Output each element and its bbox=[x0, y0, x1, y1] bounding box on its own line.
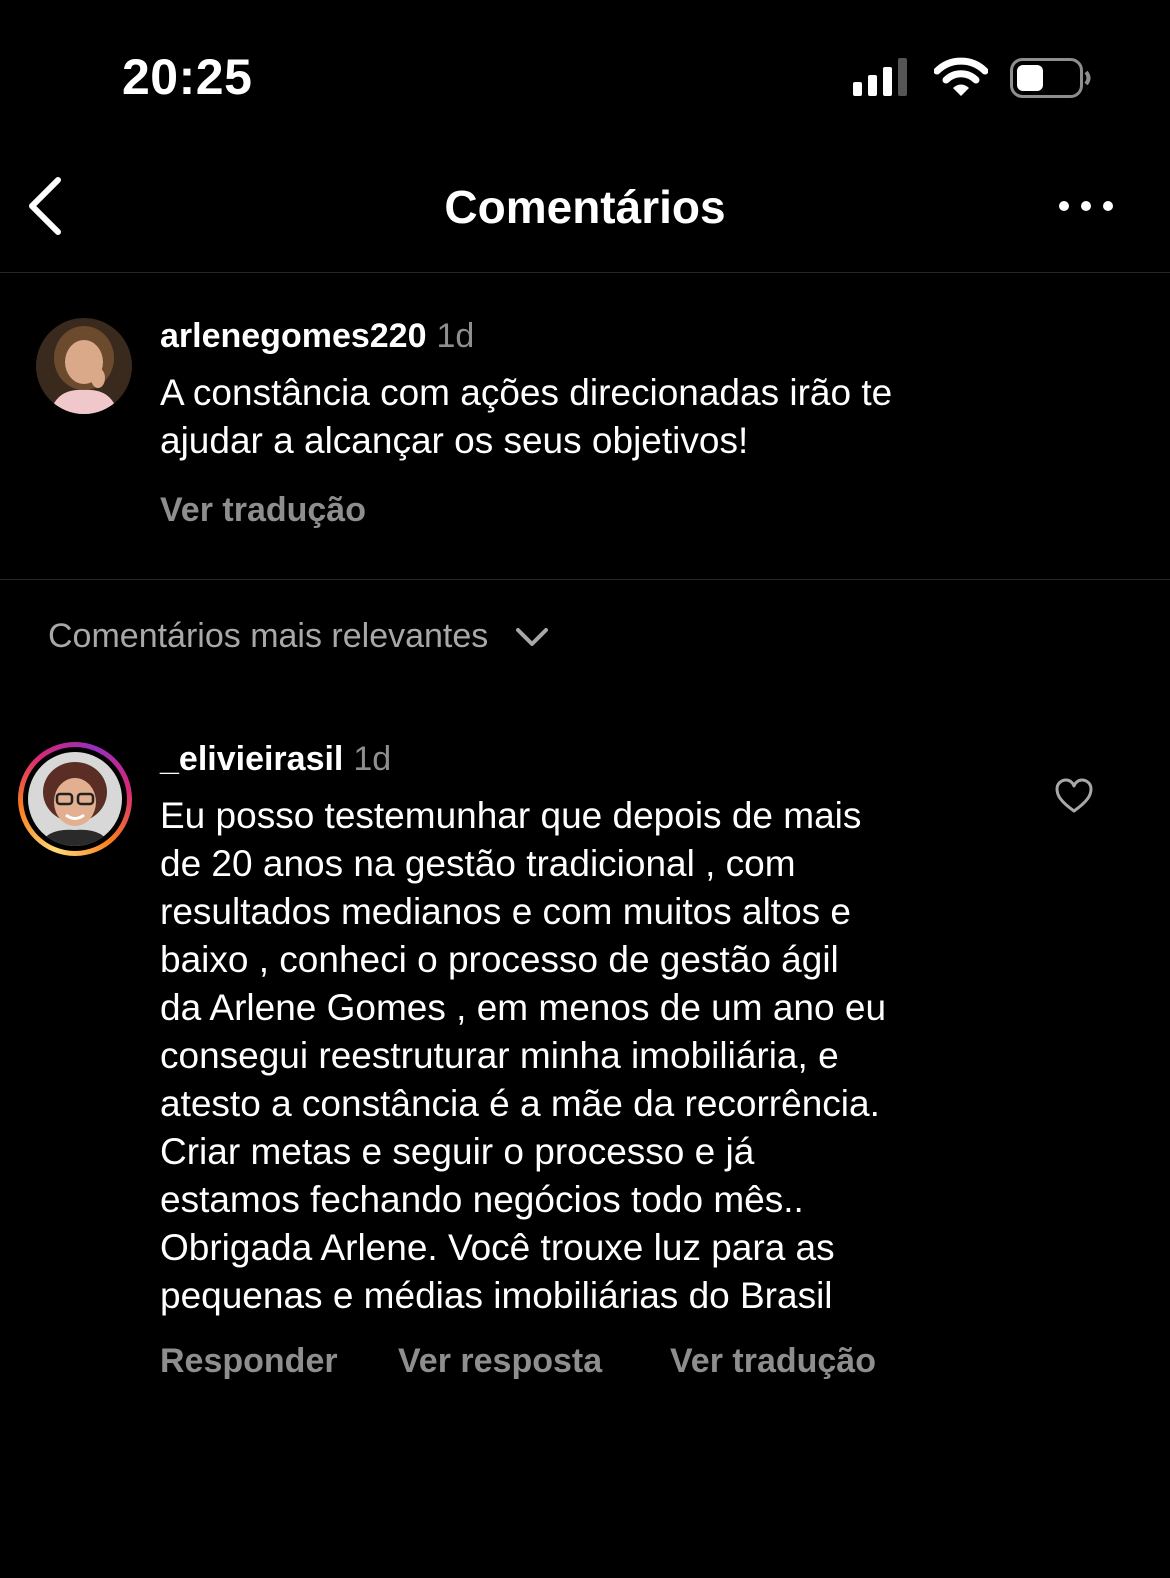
reply-button[interactable]: Responder bbox=[160, 1342, 338, 1381]
avatar bbox=[28, 752, 122, 846]
status-bar: 20:25 bbox=[0, 0, 1170, 150]
profile-photo bbox=[36, 318, 132, 414]
view-replies-button[interactable]: Ver resposta bbox=[398, 1342, 602, 1381]
comment-username[interactable]: _elivieirasil bbox=[160, 740, 343, 778]
comment-text: Eu posso testemunhar que depois de mais … bbox=[160, 792, 1040, 1320]
comments-sort-dropdown[interactable]: Comentários mais relevantes bbox=[48, 617, 550, 656]
comment-timestamp: 1d bbox=[353, 740, 392, 778]
chevron-down-icon bbox=[516, 627, 549, 646]
caption-text: A constância com ações direcionadas irão… bbox=[160, 369, 1040, 465]
caption-translate-link[interactable]: Ver tradução bbox=[160, 491, 366, 530]
comment-text-line: resultados medianos e com muitos altos e bbox=[160, 891, 852, 932]
comment-text-line: da Arlene Gomes , em menos de um ano eu bbox=[160, 987, 887, 1028]
avatar[interactable] bbox=[36, 318, 132, 414]
story-ring-gap bbox=[23, 747, 127, 851]
comment-user-line: _elivieirasil 1d bbox=[160, 740, 391, 779]
story-ring[interactable] bbox=[18, 742, 132, 856]
caption-timestamp: 1d bbox=[436, 317, 475, 355]
profile-photo bbox=[28, 752, 122, 846]
comment-text-line: consegui reestruturar minha imobiliária,… bbox=[160, 1035, 839, 1076]
caption-text-line: A constância com ações direcionadas irão… bbox=[160, 372, 893, 413]
comment-text-line: Obrigada Arlene. Você trouxe luz para as bbox=[160, 1227, 835, 1268]
caption-username[interactable]: arlenegomes220 bbox=[160, 317, 427, 355]
heart-outline-icon[interactable] bbox=[1055, 778, 1093, 814]
sort-label: Comentários mais relevantes bbox=[48, 617, 489, 655]
comment-text-line: baixo , conheci o processo de gestão ági… bbox=[160, 939, 839, 980]
wifi-icon bbox=[934, 57, 988, 96]
comment-text-line: pequenas e médias imobiliárias do Brasil bbox=[160, 1275, 833, 1316]
caption-user-line: arlenegomes220 1d bbox=[160, 317, 474, 356]
comment-text-line: atesto a constância é a mãe da recorrênc… bbox=[160, 1083, 880, 1124]
comment-text-line: estamos fechando negócios todo mês.. bbox=[160, 1179, 804, 1220]
page-title: Comentários bbox=[444, 181, 726, 233]
cellular-signal-icon bbox=[853, 58, 907, 96]
comment-text-line: Eu posso testemunhar que depois de mais bbox=[160, 795, 862, 836]
comment-text-line: Criar metas e seguir o processo e já bbox=[160, 1131, 755, 1172]
nav-header: Comentários bbox=[0, 150, 1170, 273]
battery-icon bbox=[1010, 58, 1091, 98]
comments-screen: 20:25 Comentários arlenegomes220 1d A co… bbox=[0, 0, 1170, 1578]
status-time: 20:25 bbox=[122, 49, 253, 105]
more-horizontal-icon[interactable] bbox=[1058, 190, 1114, 222]
caption-text-line: ajudar a alcançar os seus objetivos! bbox=[160, 420, 749, 461]
comment-text-line: de 20 anos na gestão tradicional , com bbox=[160, 843, 796, 884]
comment-translate-link[interactable]: Ver tradução bbox=[670, 1342, 876, 1381]
post-caption: arlenegomes220 1d A constância com ações … bbox=[0, 273, 1170, 580]
